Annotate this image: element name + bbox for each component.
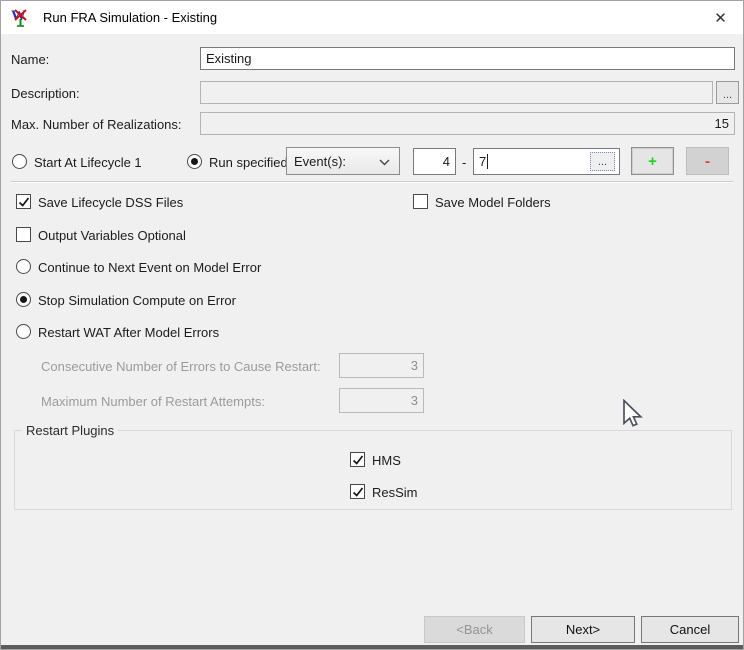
- max-realizations-label: Max. Number of Realizations:: [11, 117, 182, 132]
- close-icon[interactable]: ✕: [698, 1, 743, 34]
- range-separator: -: [462, 155, 467, 170]
- run-specified-label: Run specified: [209, 155, 288, 170]
- stop-simulation-radio[interactable]: [16, 292, 31, 307]
- save-model-folders-label: Save Model Folders: [435, 195, 551, 210]
- save-model-folders-checkbox[interactable]: [413, 194, 428, 209]
- ressim-label: ResSim: [372, 485, 418, 500]
- restart-wat-radio[interactable]: [16, 324, 31, 339]
- separator-line: [11, 181, 733, 183]
- max-realizations-input[interactable]: 15: [200, 112, 735, 135]
- run-fra-simulation-dialog: W Run FRA Simulation - Existing ✕ Name: …: [0, 0, 744, 650]
- output-variables-optional-label: Output Variables Optional: [38, 228, 186, 243]
- range-type-selected-value: Event(s):: [294, 153, 347, 169]
- description-label: Description:: [11, 86, 80, 101]
- back-button: <Back: [424, 616, 525, 643]
- stop-simulation-label: Stop Simulation Compute on Error: [38, 293, 236, 308]
- restart-wat-label: Restart WAT After Model Errors: [38, 325, 220, 340]
- continue-next-event-radio[interactable]: [16, 259, 31, 274]
- name-label: Name:: [11, 52, 50, 67]
- range-to-input[interactable]: 7 ...: [473, 148, 620, 175]
- name-input[interactable]: Existing: [200, 47, 735, 70]
- title-bar: W Run FRA Simulation - Existing ✕: [1, 1, 743, 34]
- description-input[interactable]: [200, 81, 713, 104]
- save-lifecycle-dss-checkbox[interactable]: [16, 194, 31, 209]
- text-caret: [487, 154, 489, 169]
- wat-logo-icon: W: [11, 8, 27, 27]
- restart-plugins-title: Restart Plugins: [22, 423, 119, 438]
- remove-range-button[interactable]: -: [686, 147, 729, 175]
- range-to-value: 7: [479, 154, 487, 169]
- start-at-lifecycle-radio[interactable]: [12, 154, 27, 169]
- range-type-dropdown[interactable]: Event(s):: [286, 147, 400, 175]
- description-browse-button[interactable]: ...: [716, 81, 739, 104]
- chevron-down-icon: [379, 159, 390, 166]
- continue-next-event-label: Continue to Next Event on Model Error: [38, 260, 262, 275]
- start-at-lifecycle-label: Start At Lifecycle 1: [34, 155, 142, 170]
- window-bottom-edge: [1, 645, 743, 649]
- max-restart-attempts-label: Maximum Number of Restart Attempts:: [41, 394, 265, 409]
- consecutive-errors-input: 3: [339, 353, 424, 378]
- restart-plugins-group: Restart Plugins HMS ResSim: [14, 423, 732, 510]
- cancel-button[interactable]: Cancel: [641, 616, 739, 643]
- mouse-cursor-icon: [623, 399, 643, 427]
- range-browse-button[interactable]: ...: [590, 152, 615, 171]
- save-lifecycle-dss-label: Save Lifecycle DSS Files: [38, 195, 184, 210]
- ressim-checkbox[interactable]: [350, 484, 365, 499]
- consecutive-errors-label: Consecutive Number of Errors to Cause Re…: [41, 359, 321, 374]
- max-restart-attempts-input: 3: [339, 388, 424, 413]
- hms-label: HMS: [372, 453, 401, 468]
- output-variables-optional-checkbox[interactable]: [16, 227, 31, 242]
- window-title: Run FRA Simulation - Existing: [43, 10, 218, 25]
- run-specified-radio[interactable]: [187, 154, 202, 169]
- range-from-input[interactable]: 4: [413, 148, 456, 175]
- hms-checkbox[interactable]: [350, 452, 365, 467]
- add-range-button[interactable]: +: [631, 147, 674, 175]
- next-button[interactable]: Next>: [531, 616, 635, 643]
